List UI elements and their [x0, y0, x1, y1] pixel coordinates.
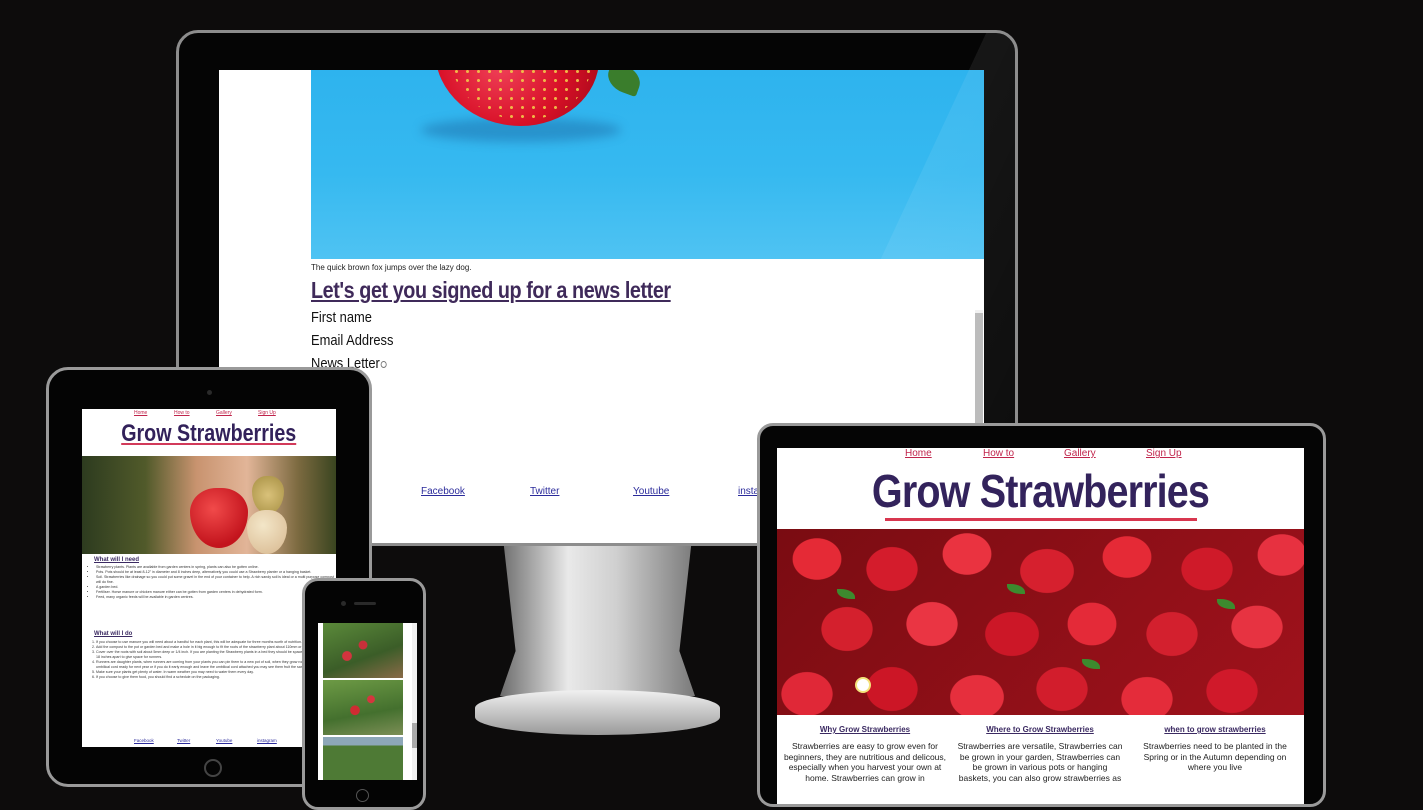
phone-device — [302, 578, 426, 810]
newsletter-heading[interactable]: Let's get you signed up for a news lette… — [311, 277, 671, 304]
nav-gallery[interactable]: Gallery — [1064, 448, 1096, 459]
list-item: If you choose to give them food, you sho… — [96, 675, 336, 680]
strawberry-leaf — [603, 70, 645, 98]
do-list: If you choose to use manure you will nee… — [88, 640, 336, 680]
nav-sign-up[interactable]: Sign Up — [1146, 448, 1182, 459]
nav-sign-up[interactable]: Sign Up — [258, 410, 276, 416]
footer-link-twitter[interactable]: Twitter — [530, 486, 559, 497]
column-heading-where: Where to Grow Strawberries — [986, 725, 1094, 734]
footer-link-facebook[interactable]: Facebook — [134, 738, 154, 743]
list-item: Soil. Strawberries like drainage so you … — [96, 575, 336, 585]
nav-how-to[interactable]: How to — [174, 410, 190, 416]
column-heading-why: Why Grow Strawberries — [819, 725, 911, 734]
first-name-label: First name — [311, 309, 372, 326]
nav-gallery[interactable]: Gallery — [216, 410, 232, 416]
column-text-why: Strawberries are easy to grow even for b… — [783, 741, 947, 783]
home-button-icon — [204, 759, 222, 777]
leaf — [1082, 659, 1100, 669]
site-title: Grow Strawberries — [871, 465, 1210, 517]
leaf — [1007, 584, 1025, 594]
gallery-photo — [323, 680, 403, 735]
list-item: Cover over the roots with soil about 5mm… — [96, 650, 336, 660]
berry-white — [247, 510, 287, 554]
need-list: Strawberry plants. Plants are available … — [88, 565, 336, 600]
laptop-screen: Home How to Gallery Sign Up Grow Strawbe… — [777, 448, 1304, 804]
list-item: Feed, many organic feeds will be availab… — [96, 595, 336, 600]
hero-caption: The quick brown fox jumps over the lazy … — [311, 263, 472, 272]
camera-icon — [207, 390, 212, 395]
monitor-stand — [500, 546, 695, 696]
column-text-where: Strawberries are versatile, Strawberries… — [957, 741, 1123, 783]
berry-unripe — [252, 476, 284, 514]
footer-link-youtube[interactable]: Youtube — [216, 738, 232, 743]
site-title: Grow Strawberries — [121, 420, 297, 447]
nav-home[interactable]: Home — [134, 410, 147, 416]
berry-red — [190, 488, 248, 548]
monitor-stand-base — [475, 690, 720, 735]
footer-link-youtube[interactable]: Youtube — [633, 486, 669, 497]
speaker-icon — [354, 602, 376, 605]
scrollbar-thumb[interactable] — [412, 723, 417, 748]
list-item: Runners are daughter plants, when runner… — [96, 660, 336, 670]
section-what-will-i-do: What will I do — [94, 631, 133, 637]
title-underline — [885, 518, 1197, 521]
gallery-photo — [323, 737, 403, 780]
tablet-screen: Home How to Gallery Sign Up Grow Strawbe… — [82, 409, 336, 747]
footer-link-facebook[interactable]: Facebook — [421, 486, 465, 497]
leaf — [1217, 599, 1235, 609]
hand-holding-strawberries-image — [82, 456, 336, 554]
phone-screen — [318, 623, 417, 780]
flower — [855, 677, 871, 693]
leaf — [837, 589, 855, 599]
nav-home[interactable]: Home — [905, 448, 932, 459]
hero-strawberry-image — [311, 70, 984, 259]
column-heading-when: when to grow strawberries — [1164, 725, 1266, 734]
column-text-when: Strawberries need to be planted in the S… — [1143, 741, 1287, 772]
newsletter-radio[interactable] — [380, 360, 387, 368]
strawberries-hero-image — [777, 529, 1304, 715]
scrollbar-track[interactable] — [412, 623, 417, 780]
nav-how-to[interactable]: How to — [983, 448, 1014, 459]
footer-link-instagram[interactable]: instagram — [257, 738, 277, 743]
camera-icon — [341, 601, 346, 606]
home-button-icon — [356, 789, 369, 802]
section-what-will-i-need: What will I need — [94, 557, 140, 563]
email-label: Email Address — [311, 332, 394, 349]
footer-link-twitter[interactable]: Twitter — [177, 738, 190, 743]
gallery-photo — [323, 623, 403, 678]
laptop-device: Home How to Gallery Sign Up Grow Strawbe… — [757, 423, 1326, 807]
